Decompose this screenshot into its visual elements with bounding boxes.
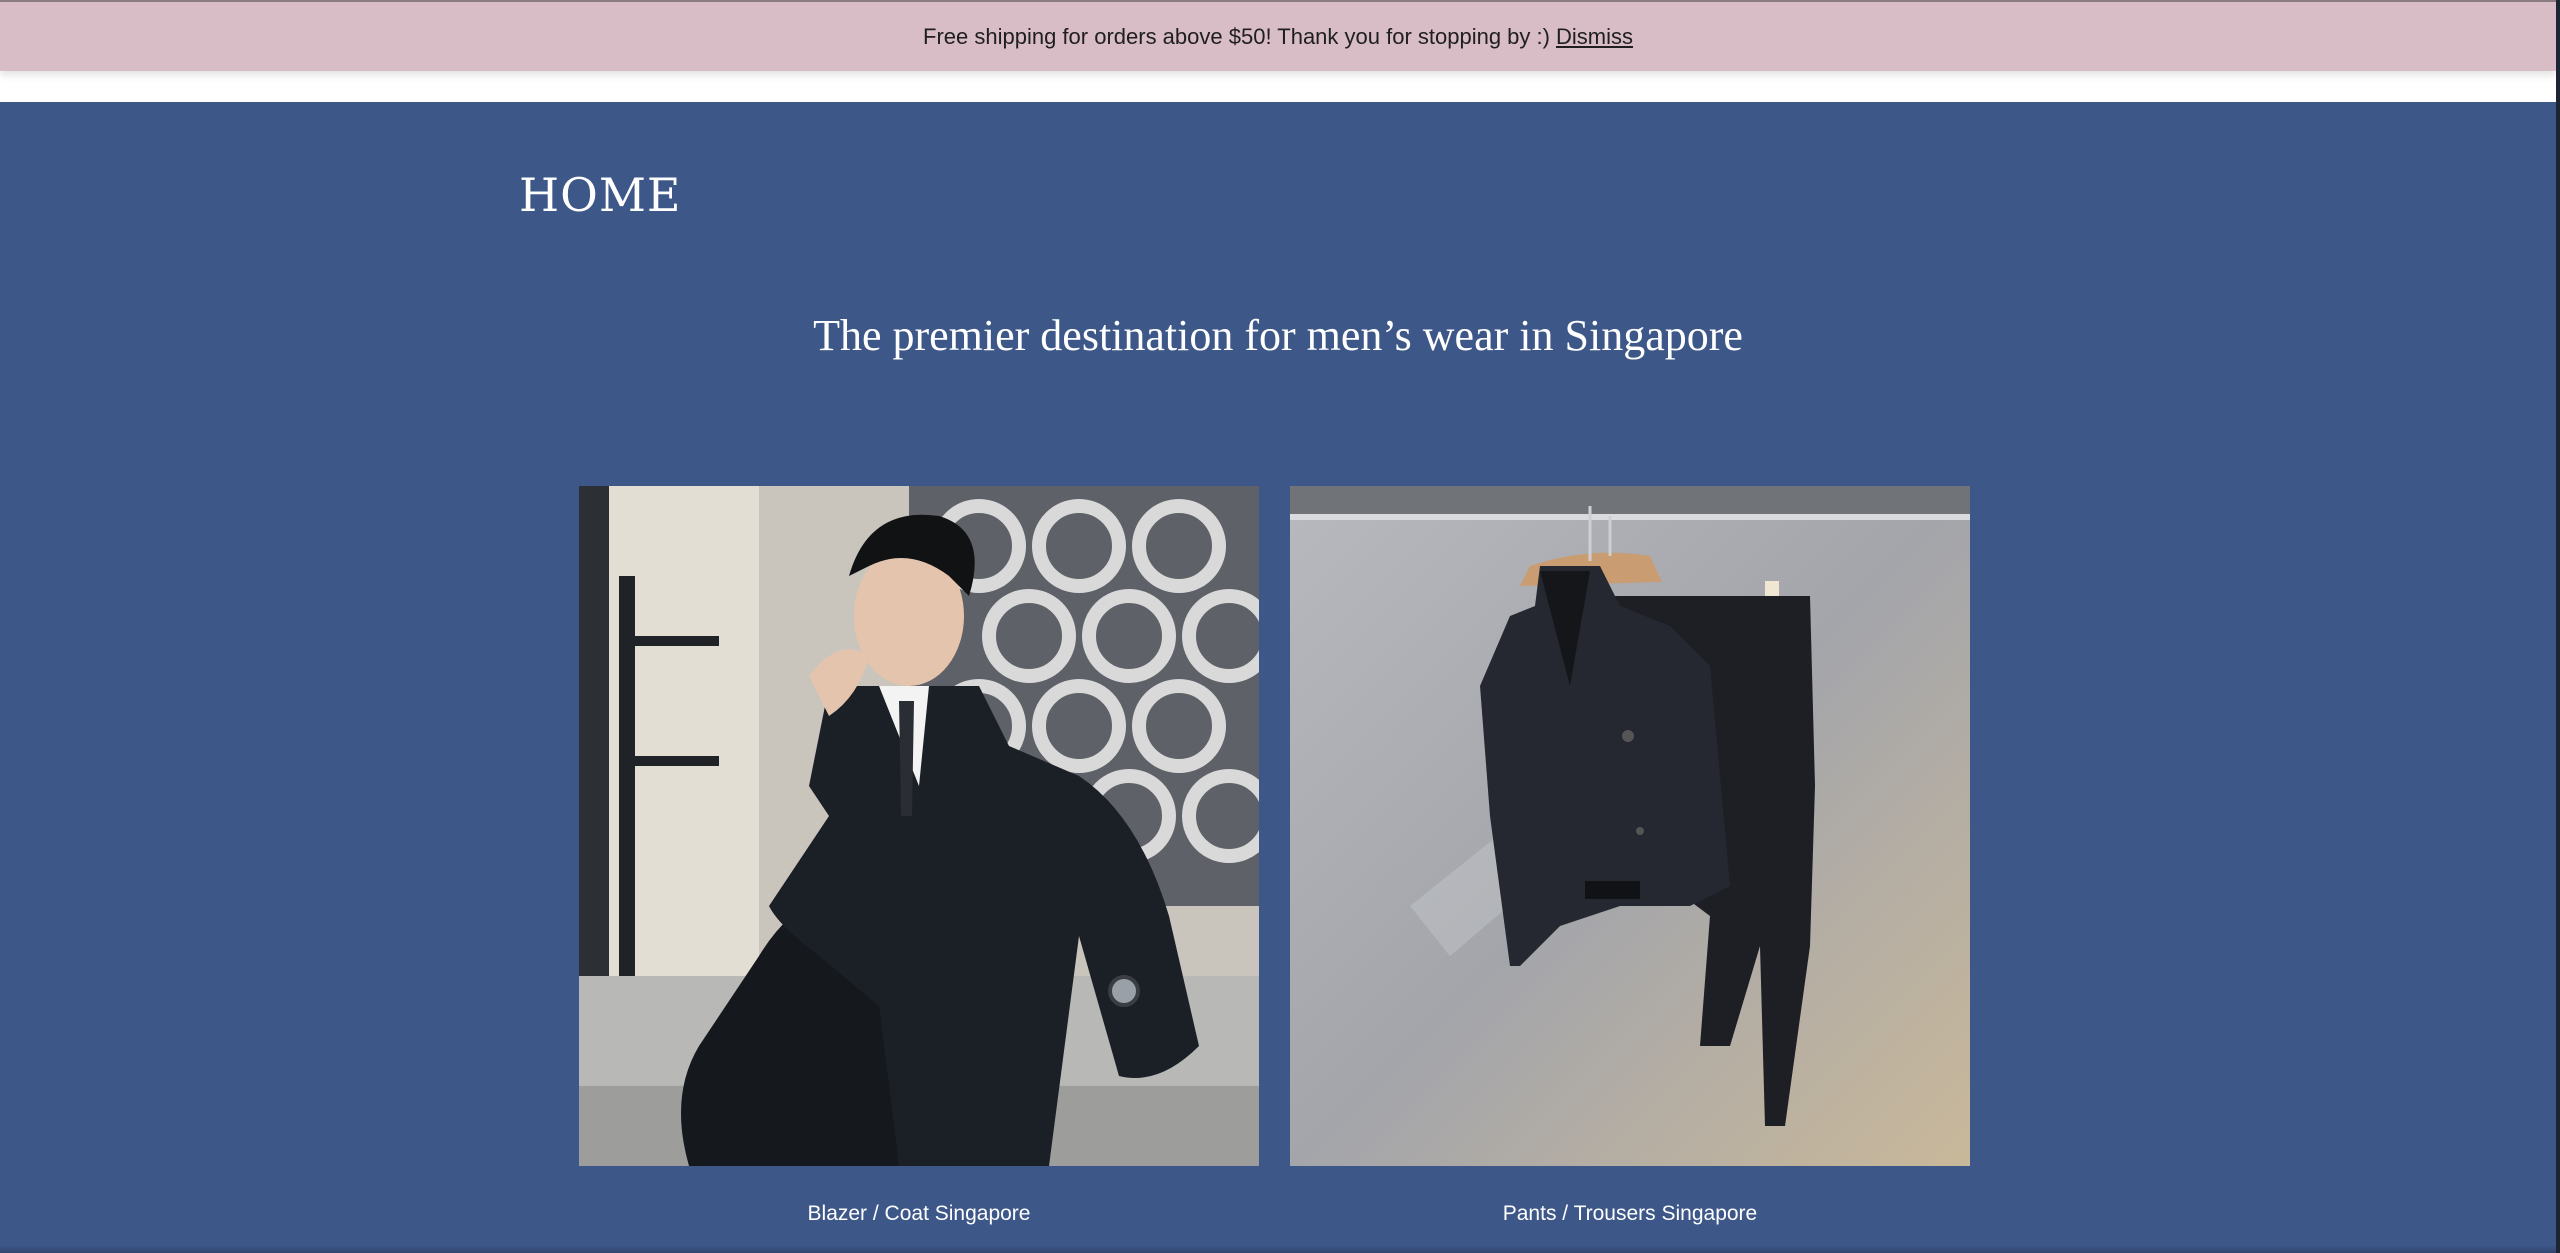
announcement-bar: Free shipping for orders above $50! Than… xyxy=(0,0,2556,71)
main-content: HOME The premier destination for men’s w… xyxy=(0,102,2556,1253)
window-edge xyxy=(2556,0,2560,1253)
announcement-message: Free shipping for orders above $50! Than… xyxy=(923,23,1550,49)
collection-label-pants: Pants / Trousers Singapore xyxy=(1502,1202,1758,1225)
collection-label-blazers: Blazer / Coat Singapore xyxy=(807,1202,1031,1225)
dismiss-link[interactable]: Dismiss xyxy=(1556,24,1633,50)
collection-image-pants xyxy=(1290,486,1970,1166)
page-title: HOME xyxy=(519,168,682,222)
page-tagline: The premier destination for men’s wear i… xyxy=(813,311,1743,360)
collection-card-pants[interactable]: Pants / Trousers Singapore xyxy=(1290,486,1970,1226)
collection-card-blazers[interactable]: Blazer / Coat Singapore xyxy=(579,486,1259,1226)
site-header xyxy=(0,71,2556,102)
collection-image-blazers xyxy=(579,486,1259,1166)
bottom-fade xyxy=(0,1245,2556,1253)
